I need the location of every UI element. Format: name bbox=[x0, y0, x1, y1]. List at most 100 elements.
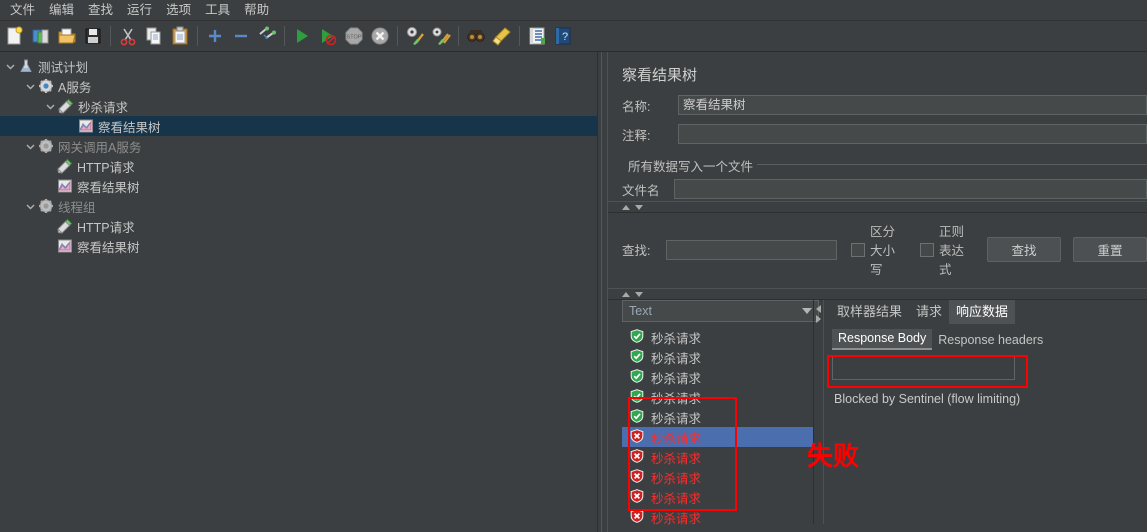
collapse-right-icon[interactable] bbox=[816, 315, 821, 323]
collapse-all-button[interactable] bbox=[228, 23, 254, 49]
tree-node-label: A服务 bbox=[58, 80, 92, 95]
name-field[interactable] bbox=[678, 95, 1147, 115]
list-item[interactable]: 秒杀请求 bbox=[622, 367, 813, 387]
toolbar-separator-3 bbox=[284, 26, 285, 46]
chevron-down-icon[interactable] bbox=[802, 308, 812, 314]
failure-shield-icon bbox=[630, 449, 646, 465]
start-button[interactable] bbox=[289, 23, 315, 49]
menu-file[interactable]: 文件 bbox=[3, 1, 42, 20]
list-item[interactable]: 秒杀请求 bbox=[622, 327, 813, 347]
group-legend: 所有数据写入一个文件 bbox=[622, 156, 758, 175]
menu-tools[interactable]: 工具 bbox=[198, 1, 237, 20]
regex-checkbox[interactable]: 正则表达式 bbox=[920, 221, 975, 278]
comment-field[interactable] bbox=[678, 124, 1147, 144]
results-vertical-splitter[interactable] bbox=[813, 300, 824, 524]
checkbox-box[interactable] bbox=[920, 242, 934, 257]
toggle-button[interactable] bbox=[254, 23, 280, 49]
subtab-response-body[interactable]: Response Body bbox=[832, 329, 933, 350]
upper-splitter-bar[interactable] bbox=[608, 201, 1147, 213]
chevron-down-icon[interactable] bbox=[44, 100, 57, 113]
list-item[interactable]: 秒杀请求 bbox=[622, 507, 813, 527]
stop-button[interactable]: STOP bbox=[341, 23, 367, 49]
find-button[interactable]: 查找 bbox=[987, 237, 1061, 262]
collapse-up-icon[interactable] bbox=[622, 204, 630, 210]
templates-button[interactable] bbox=[28, 23, 54, 49]
view-results-tree-panel: 察看结果树 名称: 注释: 所有数据写入一个文件 文件名 bbox=[608, 52, 1147, 532]
toolbar: STOP ? bbox=[0, 21, 1147, 52]
tree-node-view-results-tree-1[interactable]: 察看结果树 bbox=[0, 176, 597, 196]
chevron-down-icon[interactable] bbox=[24, 140, 37, 153]
tree-node-thread-group[interactable]: 线程组 bbox=[0, 196, 597, 216]
list-item-label: 秒杀请求 bbox=[651, 511, 702, 526]
menu-run[interactable]: 运行 bbox=[120, 1, 159, 20]
list-item[interactable]: 秒杀请求 bbox=[622, 447, 813, 467]
function-helper-button[interactable] bbox=[524, 23, 550, 49]
collapse-up-icon[interactable] bbox=[622, 291, 630, 297]
tree-node-gateway-call-a-service[interactable]: 网关调用A服务 bbox=[0, 136, 597, 156]
save-button[interactable] bbox=[80, 23, 106, 49]
paste-button[interactable] bbox=[167, 23, 193, 49]
list-item[interactable]: 秒杀请求 bbox=[622, 467, 813, 487]
result-tabs: 取样器结果 请求 响应数据 bbox=[824, 300, 1147, 324]
clear-all-button[interactable] bbox=[428, 23, 454, 49]
tree-node-seckill-request[interactable]: 秒杀请求 bbox=[0, 96, 597, 116]
cut-button[interactable] bbox=[115, 23, 141, 49]
page-title: 察看结果树 bbox=[622, 67, 698, 84]
response-search-field[interactable] bbox=[832, 356, 1015, 380]
sample-result-list[interactable]: 秒杀请求 秒杀请求 秒杀请求 秒杀请求 秒杀请求 秒杀请求 秒杀请求 秒杀请求 … bbox=[622, 327, 813, 527]
results-list-pane: Text 秒杀请求 秒杀请求 秒杀请求 秒杀请求 秒杀请求 秒杀请求 秒杀请求 … bbox=[608, 300, 819, 527]
case-sensitive-checkbox[interactable]: 区分大小写 bbox=[851, 221, 906, 278]
tab-request[interactable]: 请求 bbox=[909, 300, 949, 324]
tree-node-http-request-2[interactable]: HTTP请求 bbox=[0, 216, 597, 236]
expand-all-button[interactable] bbox=[202, 23, 228, 49]
lower-splitter-bar[interactable] bbox=[608, 288, 1147, 300]
test-plan-tree[interactable]: 测试计划 A服务 秒杀请求 察看结果树 网关调用A服务 HTTP请求 察看结果树… bbox=[0, 52, 597, 532]
shutdown-button[interactable] bbox=[367, 23, 393, 49]
view-results-tree-icon bbox=[78, 118, 94, 134]
chevron-down-icon[interactable] bbox=[24, 200, 37, 213]
search-reset-button[interactable] bbox=[489, 23, 515, 49]
menu-edit[interactable]: 编辑 bbox=[42, 1, 81, 20]
subtab-response-headers[interactable]: Response headers bbox=[932, 331, 1049, 350]
render-selector[interactable]: Text bbox=[622, 300, 819, 322]
reset-button[interactable]: 重置 bbox=[1073, 237, 1147, 262]
copy-button[interactable] bbox=[141, 23, 167, 49]
search-input[interactable] bbox=[666, 239, 837, 260]
list-item[interactable]: 秒杀请求 bbox=[622, 407, 813, 427]
menu-help[interactable]: 帮助 bbox=[237, 1, 276, 20]
list-item-selected[interactable]: 秒杀请求 bbox=[622, 427, 813, 447]
filename-field[interactable] bbox=[674, 179, 1147, 199]
tree-node-view-results-tree-2[interactable]: 察看结果树 bbox=[0, 236, 597, 256]
test-plan-icon bbox=[18, 58, 34, 74]
tree-node-view-results-tree-selected[interactable]: 察看结果树 bbox=[0, 116, 597, 136]
toolbar-separator-2 bbox=[197, 26, 198, 46]
collapse-left-icon[interactable] bbox=[816, 305, 821, 313]
render-selector-value: Text bbox=[629, 304, 652, 318]
tab-response-data[interactable]: 响应数据 bbox=[949, 300, 1016, 324]
open-button[interactable] bbox=[54, 23, 80, 49]
tree-node-http-request-1[interactable]: HTTP请求 bbox=[0, 156, 597, 176]
help-button[interactable]: ? bbox=[550, 23, 576, 49]
clear-button[interactable] bbox=[402, 23, 428, 49]
tree-node-test-plan[interactable]: 测试计划 bbox=[0, 56, 597, 76]
tree-node-a-service[interactable]: A服务 bbox=[0, 76, 597, 96]
menu-search[interactable]: 查找 bbox=[81, 1, 120, 20]
failure-shield-icon bbox=[630, 509, 646, 525]
list-item[interactable]: 秒杀请求 bbox=[622, 347, 813, 367]
collapse-down-icon[interactable] bbox=[635, 204, 643, 210]
success-shield-icon bbox=[630, 349, 646, 365]
chevron-down-icon[interactable] bbox=[24, 80, 37, 93]
main-vertical-splitter[interactable] bbox=[597, 52, 608, 532]
list-item[interactable]: 秒杀请求 bbox=[622, 487, 813, 507]
new-button[interactable] bbox=[2, 23, 28, 49]
start-no-pauses-button[interactable] bbox=[315, 23, 341, 49]
collapse-down-icon[interactable] bbox=[635, 291, 643, 297]
search-button[interactable] bbox=[463, 23, 489, 49]
checkbox-box[interactable] bbox=[851, 242, 865, 257]
list-item[interactable]: 秒杀请求 bbox=[622, 387, 813, 407]
menu-options[interactable]: 选项 bbox=[159, 1, 198, 20]
view-results-tree-icon bbox=[57, 238, 73, 254]
tab-sampler-result[interactable]: 取样器结果 bbox=[830, 300, 909, 324]
chevron-down-icon[interactable] bbox=[4, 60, 17, 73]
